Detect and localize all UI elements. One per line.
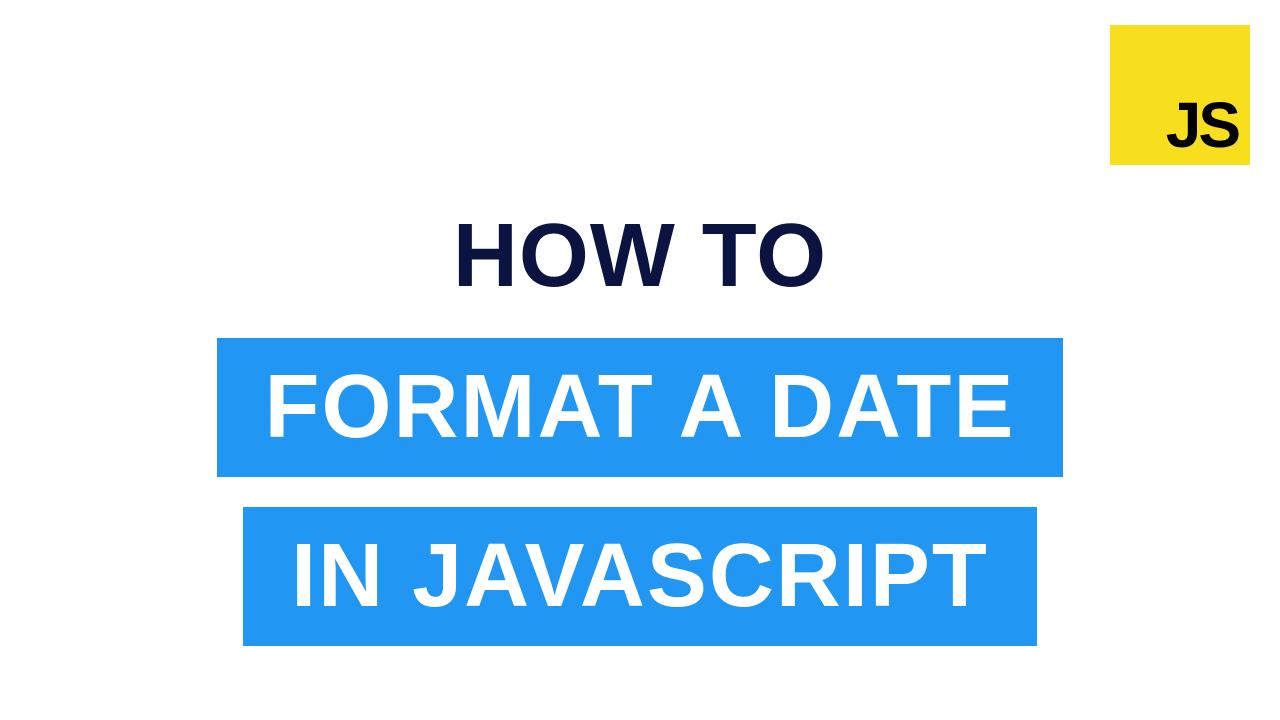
js-logo: JS [1110, 25, 1250, 165]
title-line-javascript: IN JAVASCRIPT [243, 507, 1037, 646]
title-container: HOW TO FORMAT A DATE IN JAVASCRIPT [0, 205, 1280, 646]
title-line-format-date: FORMAT A DATE [217, 338, 1064, 477]
title-line-how-to: HOW TO [453, 205, 827, 308]
js-logo-text: JS [1166, 93, 1238, 157]
